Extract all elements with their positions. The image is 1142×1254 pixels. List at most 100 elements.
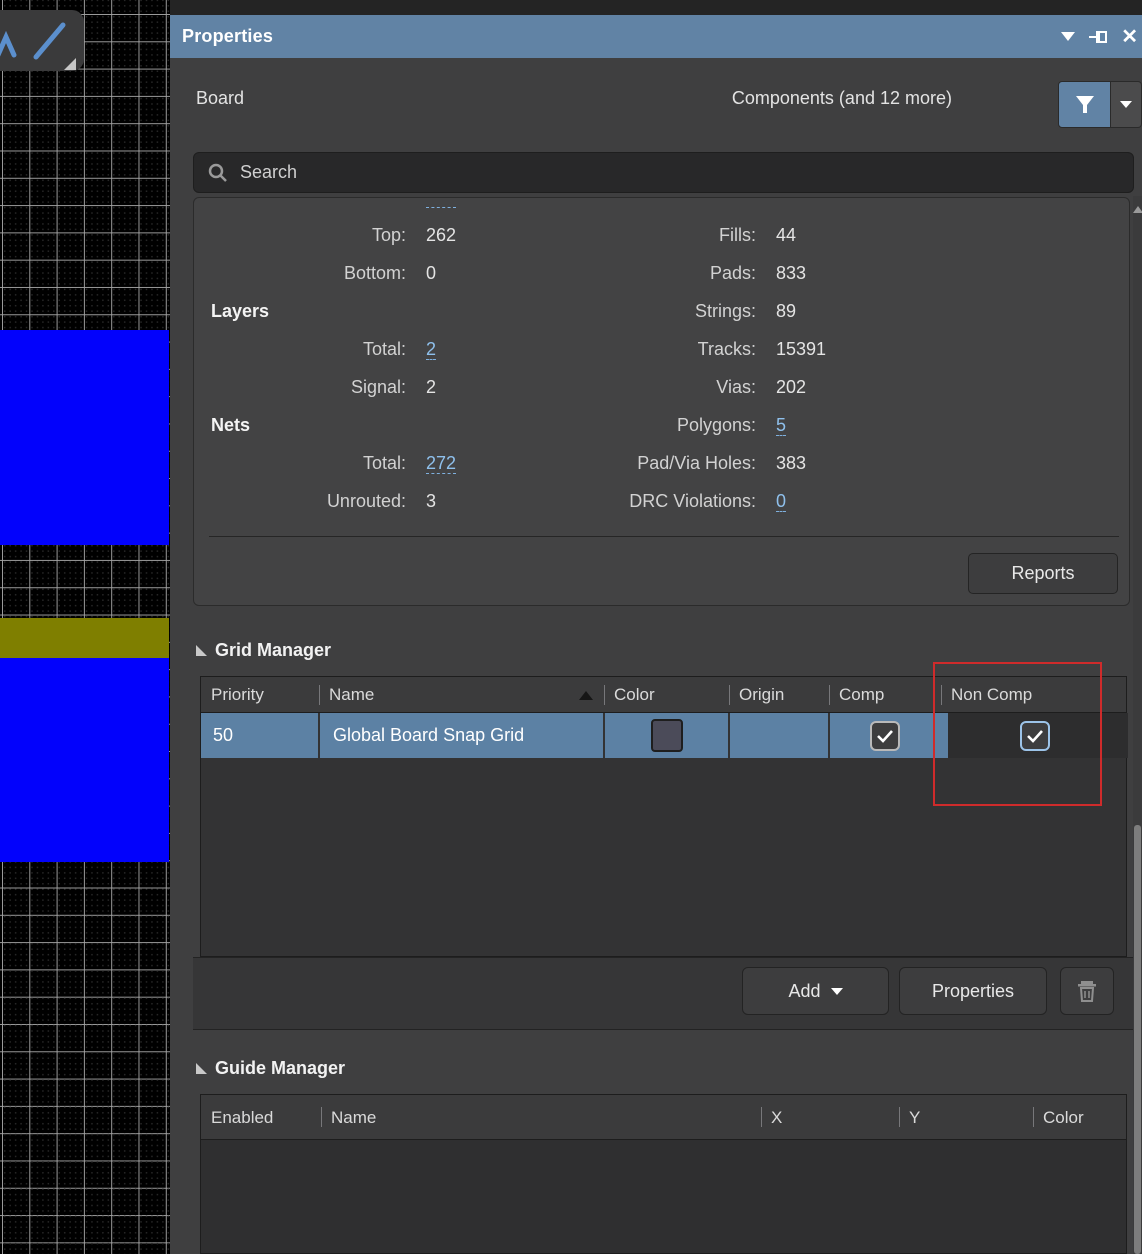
- reports-button[interactable]: Reports: [968, 553, 1118, 594]
- column-header-x[interactable]: X: [761, 1095, 899, 1140]
- pin-icon[interactable]: [1089, 29, 1107, 45]
- pcb-olive-region: [0, 618, 169, 658]
- grid-row-origin-cell[interactable]: [729, 713, 829, 758]
- flyout-corner-triangle: [64, 58, 76, 70]
- stat-label: Bottom:: [194, 263, 406, 284]
- column-header-comp[interactable]: Comp: [829, 677, 941, 713]
- non-comp-checkbox[interactable]: [1020, 721, 1050, 751]
- section-expander-icon[interactable]: [196, 645, 207, 656]
- panel-title: Properties: [170, 26, 273, 47]
- guide-table-header: Enabled Name X Y Color: [201, 1095, 1126, 1140]
- stat-value[interactable]: 262: [406, 204, 546, 208]
- trash-icon: [1077, 980, 1097, 1002]
- grid-row-non-comp-cell[interactable]: [941, 713, 1128, 758]
- object-filter-button[interactable]: [1058, 81, 1111, 128]
- stat-value-link[interactable]: 5: [776, 415, 786, 436]
- stat-label: Total:: [194, 453, 406, 474]
- funnel-icon: [1074, 94, 1096, 116]
- column-header-color[interactable]: Color: [1033, 1095, 1128, 1140]
- stat-value[interactable]: 5: [756, 415, 1129, 436]
- stat-row-7: Total:272Pad/Via Holes:383: [194, 444, 1129, 482]
- search-icon: [208, 163, 228, 183]
- scrollbar-thumb[interactable]: [1134, 825, 1141, 1254]
- stat-label: Polygons:: [546, 415, 756, 436]
- stat-section-nets: Nets: [194, 415, 546, 436]
- stat-row-0: Total: 262 Arcs:2065: [194, 204, 1129, 216]
- stat-value-link[interactable]: 0: [776, 491, 786, 512]
- stat-row-5: Signal:2Vias:202: [194, 368, 1129, 406]
- stat-value: 0: [406, 263, 546, 284]
- stat-row-2: Bottom:0Pads:833: [194, 254, 1129, 292]
- stat-value: 2065: [756, 204, 816, 208]
- stat-label: Arcs:: [546, 204, 756, 208]
- scroll-up-icon[interactable]: [1133, 206, 1142, 213]
- stat-value[interactable]: 272: [406, 453, 546, 474]
- stat-value[interactable]: 2: [406, 339, 546, 360]
- grid-properties-button[interactable]: Properties: [899, 967, 1047, 1015]
- panel-top-strip: [170, 0, 1142, 15]
- stat-value-link[interactable]: 272: [426, 453, 456, 474]
- stat-value: 15391: [756, 339, 1129, 360]
- guide-manager-title: Guide Manager: [215, 1058, 345, 1079]
- stat-label: DRC Violations:: [546, 491, 756, 512]
- guide-manager-table: Enabled Name X Y Color: [200, 1094, 1127, 1254]
- delete-button[interactable]: [1060, 967, 1114, 1015]
- line-tool-icon: [0, 10, 84, 71]
- column-header-enabled[interactable]: Enabled: [201, 1095, 321, 1140]
- stat-value: 383: [756, 453, 1129, 474]
- grid-manager-title: Grid Manager: [215, 640, 331, 661]
- stat-section-layers: Layers: [194, 301, 546, 322]
- column-header-non-comp[interactable]: Non Comp: [941, 677, 1128, 713]
- column-header-origin[interactable]: Origin: [729, 677, 829, 713]
- grid-row-color-cell[interactable]: [604, 713, 729, 758]
- add-button-label: Add: [788, 981, 820, 1002]
- stat-row-8: Unrouted:3DRC Violations: 0: [194, 482, 1129, 520]
- search-box[interactable]: [193, 152, 1134, 193]
- statistics-rows: Total:262Arcs:2065Top:262Fills:44Bottom:…: [194, 198, 1129, 520]
- properties-button-label: Properties: [932, 981, 1014, 1002]
- stat-value-link[interactable]: 262: [426, 204, 456, 208]
- document-type-label: Board: [196, 88, 244, 109]
- stat-label: Unrouted:: [194, 491, 406, 512]
- stat-value-link[interactable]: 2: [426, 339, 436, 360]
- filter-scope-label: Components (and 12 more): [732, 88, 952, 109]
- grid-row-name[interactable]: Global Board Snap Grid: [319, 713, 604, 758]
- guide-manager-section-header[interactable]: Guide Manager: [196, 1058, 345, 1079]
- panel-header-row: Board Components (and 12 more): [170, 58, 1142, 128]
- search-input[interactable]: [240, 162, 1040, 183]
- stat-value: 262: [406, 225, 546, 246]
- add-button[interactable]: Add: [742, 967, 889, 1015]
- pcb-blue-region-bottom: [0, 658, 169, 862]
- color-swatch[interactable]: [651, 719, 683, 752]
- column-header-y[interactable]: Y: [899, 1095, 1033, 1140]
- stat-label: Tracks:: [546, 339, 756, 360]
- stat-value: 3: [406, 491, 546, 512]
- comp-checkbox[interactable]: [870, 721, 900, 751]
- panel-menu-icon[interactable]: [1061, 32, 1075, 41]
- grid-manager-footer: Add Properties: [193, 957, 1134, 1030]
- column-header-name[interactable]: Name: [319, 677, 604, 713]
- grid-manager-section-header[interactable]: Grid Manager: [196, 640, 331, 661]
- pcb-editor-canvas[interactable]: [0, 0, 170, 1254]
- close-icon[interactable]: ✕: [1121, 27, 1138, 47]
- stat-value[interactable]: 0: [756, 491, 1129, 512]
- stat-row-4: Total:2Tracks:15391: [194, 330, 1129, 368]
- grid-row-priority[interactable]: 50: [201, 713, 319, 758]
- object-filter-dropdown[interactable]: [1111, 81, 1142, 128]
- stat-value: 2: [406, 377, 546, 398]
- chevron-down-icon: [831, 988, 843, 995]
- stat-value: 202: [756, 377, 1129, 398]
- pcb-blue-region-top: [0, 330, 169, 545]
- column-header-priority[interactable]: Priority: [201, 677, 319, 713]
- line-tool-button[interactable]: [0, 10, 84, 71]
- separator: [209, 536, 1119, 537]
- section-expander-icon[interactable]: [196, 1063, 207, 1074]
- grid-manager-table: Priority Name Color Origin Comp Non Comp…: [200, 676, 1127, 957]
- column-header-color[interactable]: Color: [604, 677, 729, 713]
- stat-label: Vias:: [546, 377, 756, 398]
- column-header-name[interactable]: Name: [321, 1095, 761, 1140]
- stat-label: Pads:: [546, 263, 756, 284]
- grid-row-comp-cell[interactable]: [829, 713, 941, 758]
- stat-label: Total:: [194, 204, 406, 208]
- stat-row-1: Top:262Fills:44: [194, 216, 1129, 254]
